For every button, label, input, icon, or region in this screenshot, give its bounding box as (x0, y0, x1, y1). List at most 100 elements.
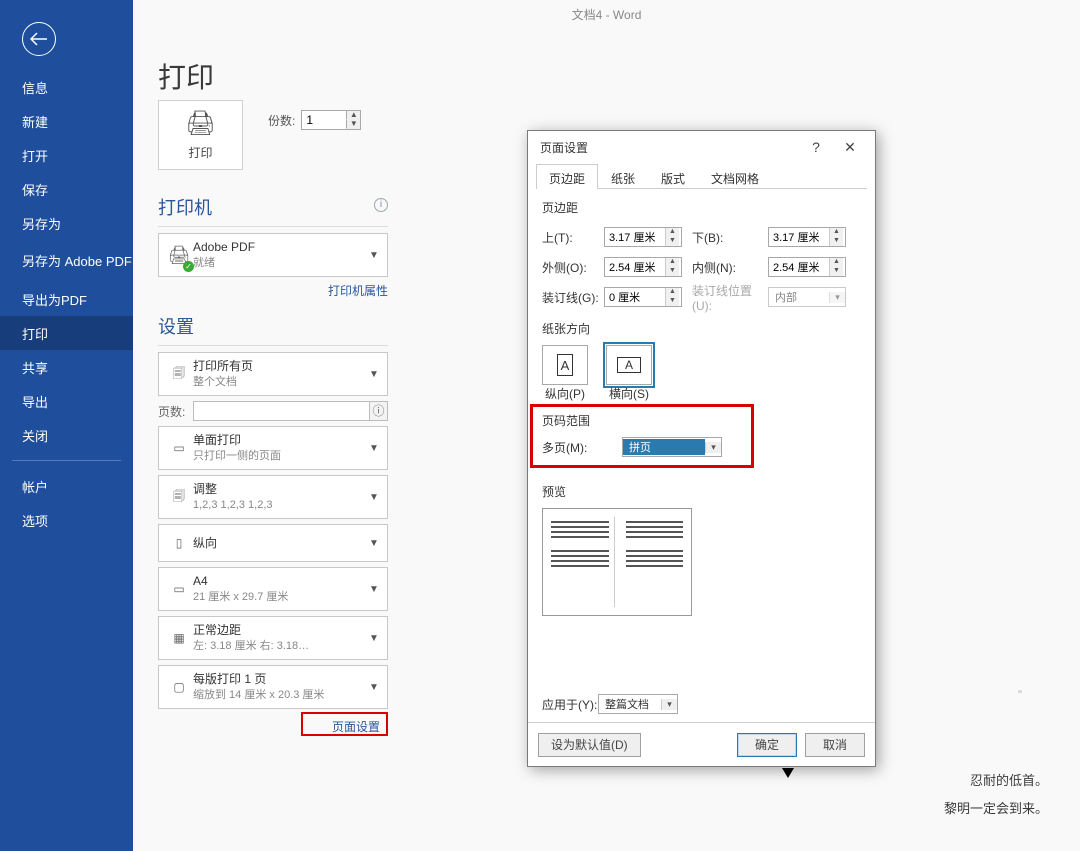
doc-line-2: 黎明一定会到来。 (944, 798, 1048, 817)
pages-row: 页数: ⓘ (158, 401, 388, 421)
sidebar-item-account[interactable]: 帐户 (0, 469, 133, 503)
outer-input[interactable]: ▲▼ (604, 257, 682, 277)
apply-label: 应用于(Y): (542, 696, 598, 713)
pages-input[interactable] (193, 401, 370, 421)
sheet-icon: ▢ (165, 671, 193, 703)
chevron-down-icon: ▾ (829, 292, 845, 303)
preview-box (542, 508, 692, 616)
chevron-down-icon: ▾ (705, 442, 721, 453)
portrait-button[interactable]: A (542, 345, 588, 385)
chevron-down-icon: ▼ (369, 682, 381, 693)
printer-heading: 打印机 i (158, 194, 388, 220)
copies-down[interactable]: ▼ (346, 120, 360, 129)
sidebar-item-export-pdf[interactable]: 导出为PDF (0, 282, 133, 316)
doc-line-1: 忍耐的低首。 (970, 770, 1048, 789)
settings-heading: 设置 (158, 313, 388, 339)
paper-size-dropdown[interactable]: ▭ A4 21 厘米 x 29.7 厘米 ▼ (158, 567, 388, 611)
orientation-dropdown[interactable]: ▯ 纵向 ▼ (158, 524, 388, 562)
pages-per-sheet-dropdown[interactable]: ▢ 每版打印 1 页 缩放到 14 厘米 x 20.3 厘米 ▼ (158, 665, 388, 709)
sides-dropdown[interactable]: ▭ 单面打印 只打印一侧的页面 ▼ (158, 426, 388, 470)
sidebar-item-open[interactable]: 打开 (0, 138, 133, 172)
copies-input[interactable] (302, 111, 346, 129)
sidebar-item-export[interactable]: 导出 (0, 384, 133, 418)
sidebar-item-info[interactable]: 信息 (0, 70, 133, 104)
dialog-footer: 设为默认值(D) 确定 取消 (528, 722, 875, 766)
copies-row: 份数: ▲ ▼ (268, 110, 361, 130)
printer-name: Adobe PDF (193, 240, 369, 254)
gutter-pos-dropdown: 内部 ▾ (768, 287, 846, 307)
chevron-down-icon: ▼ (369, 584, 381, 595)
page-title: 打印 (158, 56, 214, 96)
sidebar-item-new[interactable]: 新建 (0, 104, 133, 138)
tab-layout[interactable]: 版式 (648, 164, 698, 189)
printer-icon: 🖨 (185, 109, 215, 138)
sidebar-item-saveas[interactable]: 另存为 (0, 206, 133, 240)
sidebar-item-saveas-pdf[interactable]: 另存为 Adobe PDF (0, 240, 133, 282)
chevron-down-icon: ▼ (369, 538, 381, 549)
dialog-title: 页面设置 (540, 139, 588, 156)
landscape-label: 横向(S) (609, 385, 649, 402)
copies-spinner[interactable]: ▲ ▼ (301, 110, 361, 130)
margins-dropdown[interactable]: ▦ 正常边距 左: 3.18 厘米 右: 3.18… ▼ (158, 616, 388, 660)
dialog-help-button[interactable]: ? (799, 139, 833, 155)
orientation-heading: 纸张方向 (542, 320, 861, 337)
info-icon[interactable]: i (374, 198, 388, 212)
portrait-icon: ▯ (165, 527, 193, 559)
set-default-button[interactable]: 设为默认值(D) (538, 733, 641, 757)
apply-to-dropdown[interactable]: 整篇文档 ▾ (598, 694, 678, 714)
range-heading: 页码范围 (542, 412, 861, 429)
sidebar-item-share[interactable]: 共享 (0, 350, 133, 384)
dialog-titlebar[interactable]: 页面设置 ? ✕ (528, 131, 875, 163)
margins-group: 页边距 上(T): ▲▼ 下(B): ▲▼ 外侧(O): ▲▼ 内侧(N): ▲… (542, 199, 861, 310)
separator (158, 226, 388, 227)
doc-quote-mark: ” (1018, 688, 1022, 702)
page-setup-link[interactable]: 页面设置 (158, 714, 388, 735)
pages-label: 页数: (158, 403, 185, 420)
chevron-down-icon: ▼ (369, 633, 381, 644)
page-icon: ▭ (165, 573, 193, 605)
gutter-input[interactable]: ▲▼ (604, 287, 682, 307)
pages-help-icon[interactable]: ⓘ (370, 401, 388, 421)
inner-input[interactable]: ▲▼ (768, 257, 846, 277)
chevron-down-icon: ▼ (369, 369, 381, 380)
pages-icon: 🗐 (165, 358, 193, 390)
print-range-dropdown[interactable]: 🗐 打印所有页 整个文档 ▼ (158, 352, 388, 396)
tab-paper[interactable]: 纸张 (598, 164, 648, 189)
ok-button[interactable]: 确定 (737, 733, 797, 757)
chevron-down-icon: ▾ (661, 699, 677, 710)
top-input[interactable]: ▲▼ (604, 227, 682, 247)
sidebar-item-save[interactable]: 保存 (0, 172, 133, 206)
print-button[interactable]: 🖨 打印 (158, 100, 243, 170)
tab-margins[interactable]: 页边距 (536, 164, 598, 189)
cursor-icon (782, 768, 794, 778)
sidebar-item-close[interactable]: 关闭 (0, 418, 133, 452)
collate-icon: 🗐 (165, 481, 193, 513)
preview-page-right (621, 517, 684, 607)
preview-group: 预览 (542, 483, 861, 616)
margins-heading: 页边距 (542, 199, 861, 216)
collate-dropdown[interactable]: 🗐 调整 1,2,3 1,2,3 1,2,3 ▼ (158, 475, 388, 519)
outer-label: 外侧(O): (542, 259, 604, 276)
page-range-group: 页码范围 多页(M): 拼页 ▾ (542, 412, 861, 457)
sidebar-item-options[interactable]: 选项 (0, 503, 133, 537)
printer-ready-icon: 🖨 ✓ (165, 239, 193, 271)
chevron-down-icon: ▼ (369, 443, 381, 454)
bottom-input[interactable]: ▲▼ (768, 227, 846, 247)
gutter-pos-label: 装订线位置(U): (692, 282, 768, 313)
sidebar-item-print[interactable]: 打印 (0, 316, 133, 350)
cancel-button[interactable]: 取消 (805, 733, 865, 757)
multi-page-dropdown[interactable]: 拼页 ▾ (622, 437, 722, 457)
printer-dropdown[interactable]: 🖨 ✓ Adobe PDF 就绪 ▼ (158, 233, 388, 277)
print-settings-column: 🖨 打印 份数: ▲ ▼ 打印机 i 🖨 ✓ (158, 100, 388, 742)
landscape-button[interactable]: A (606, 345, 652, 385)
tab-grid[interactable]: 文档网格 (698, 164, 772, 189)
dialog-tabs: 页边距 纸张 版式 文档网格 (536, 163, 867, 189)
separator (158, 345, 388, 346)
dialog-close-button[interactable]: ✕ (833, 139, 867, 156)
page-setup-dialog: 页面设置 ? ✕ 页边距 纸张 版式 文档网格 页边距 上(T): ▲▼ 下(B… (527, 130, 876, 767)
printer-properties-link[interactable]: 打印机属性 (158, 282, 388, 299)
bottom-label: 下(B): (692, 229, 768, 246)
inner-label: 内侧(N): (692, 259, 768, 276)
orientation-group: 纸张方向 A 纵向(P) A 横向(S) (542, 320, 861, 402)
back-button[interactable] (22, 22, 56, 56)
